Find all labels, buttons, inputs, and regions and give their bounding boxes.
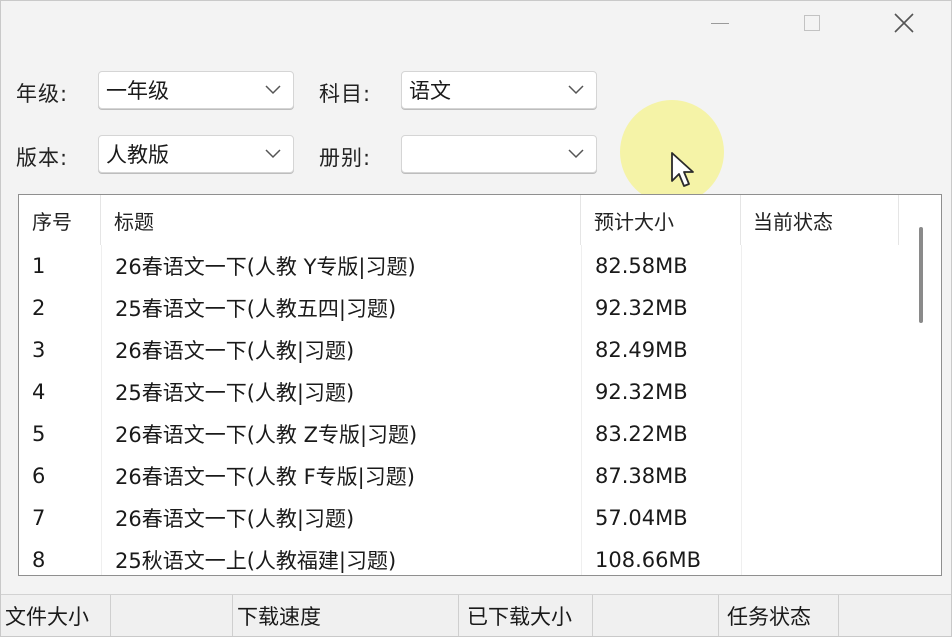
title-bar <box>1 1 951 49</box>
row-title: 26春语文一下(人教|习题) <box>101 329 581 371</box>
table-row[interactable]: 7 26春语文一下(人教|习题) 57.04MB <box>19 497 899 539</box>
row-title: 26春语文一下(人教 Z专版|习题) <box>101 413 581 455</box>
row-status <box>741 497 899 539</box>
row-title: 25春语文一下(人教五四|习题) <box>101 287 581 329</box>
row-title: 26春语文一下(人教 Y专版|习题) <box>101 245 581 287</box>
edition-value: 人教版 <box>106 143 169 167</box>
row-index: 5 <box>32 422 46 446</box>
subject-value: 语文 <box>409 79 451 103</box>
minimize-button[interactable] <box>697 1 743 45</box>
subject-select[interactable]: 语文 <box>401 71 597 109</box>
table-row[interactable]: 3 26春语文一下(人教|习题) 82.49MB <box>19 329 899 371</box>
status-downloaded-size: 已下载大小 <box>459 595 593 636</box>
row-status <box>741 455 899 497</box>
list-header: 序号 标题 预计大小 当前状态 <box>19 195 941 245</box>
row-title: 26春语文一下(人教|习题) <box>101 497 581 539</box>
table-row[interactable]: 4 25春语文一下(人教|习题) 92.32MB <box>19 371 899 413</box>
status-task-status: 任务状态 <box>719 595 839 636</box>
row-index: 3 <box>32 338 46 362</box>
row-size: 108.66MB <box>581 539 741 575</box>
row-title: 25春语文一下(人教|习题) <box>101 371 581 413</box>
scrollbar-thumb[interactable] <box>919 227 923 323</box>
row-size: 82.49MB <box>581 329 741 371</box>
grade-select[interactable]: 一年级 <box>98 71 294 109</box>
row-index: 4 <box>32 380 46 404</box>
close-button[interactable] <box>881 1 927 45</box>
grade-label: 年级: <box>16 82 69 106</box>
row-size: 92.32MB <box>581 287 741 329</box>
row-size: 82.58MB <box>581 245 741 287</box>
column-header-index[interactable]: 序号 <box>19 195 101 245</box>
row-status <box>741 371 899 413</box>
row-status <box>741 539 899 575</box>
column-header-size[interactable]: 预计大小 <box>581 195 741 245</box>
row-status <box>741 287 899 329</box>
volume-select[interactable] <box>401 135 597 173</box>
table-row[interactable]: 6 26春语文一下(人教 F专版|习题) 87.38MB <box>19 455 899 497</box>
grade-value: 一年级 <box>106 79 169 103</box>
chevron-down-icon <box>259 80 287 100</box>
mouse-pointer-icon <box>671 152 694 187</box>
chevron-down-icon <box>562 144 590 164</box>
vertical-scrollbar[interactable] <box>917 227 925 327</box>
status-file-size: 文件大小 <box>1 595 111 636</box>
row-size: 57.04MB <box>581 497 741 539</box>
row-index: 2 <box>32 296 46 320</box>
download-list[interactable]: 序号 标题 预计大小 当前状态 1 26春语文一下(人教 Y专版|习题) 82.… <box>18 194 942 576</box>
row-status <box>741 329 899 371</box>
table-row[interactable]: 1 26春语文一下(人教 Y专版|习题) 82.58MB <box>19 245 899 287</box>
maximize-icon <box>804 15 820 31</box>
table-row[interactable]: 8 25秋语文一上(人教福建|习题) 108.66MB <box>19 539 899 575</box>
row-index: 6 <box>32 464 46 488</box>
row-status <box>741 245 899 287</box>
table-row[interactable]: 5 26春语文一下(人教 Z专版|习题) 83.22MB <box>19 413 899 455</box>
volume-label: 册别: <box>319 146 372 170</box>
status-file-size-value <box>111 595 233 636</box>
row-size: 87.38MB <box>581 455 741 497</box>
chevron-down-icon <box>562 80 590 100</box>
row-size: 92.32MB <box>581 371 741 413</box>
row-index: 1 <box>32 254 46 278</box>
table-row[interactable]: 2 25春语文一下(人教五四|习题) 92.32MB <box>19 287 899 329</box>
column-header-status[interactable]: 当前状态 <box>741 195 899 245</box>
status-bar: 文件大小 下载速度 已下载大小 任务状态 <box>1 594 951 636</box>
status-downloaded-size-value <box>593 595 719 636</box>
edition-label: 版本: <box>16 146 69 170</box>
subject-label: 科目: <box>319 82 372 106</box>
edition-select[interactable]: 人教版 <box>98 135 294 173</box>
row-title: 25秋语文一上(人教福建|习题) <box>101 539 581 575</box>
chevron-down-icon <box>259 144 287 164</box>
maximize-button[interactable] <box>789 1 835 45</box>
row-title: 26春语文一下(人教 F专版|习题) <box>101 455 581 497</box>
row-status <box>741 413 899 455</box>
close-icon <box>894 13 914 33</box>
minimize-icon <box>711 22 729 24</box>
app-window: 年级: 一年级 科目: 语文 版本: 人教版 册别: 序号 标题 预计大小 当前… <box>0 0 952 637</box>
row-size: 83.22MB <box>581 413 741 455</box>
row-index: 8 <box>32 548 46 572</box>
column-header-title[interactable]: 标题 <box>101 195 581 245</box>
status-download-speed: 下载速度 <box>233 595 459 636</box>
row-index: 7 <box>32 506 46 530</box>
